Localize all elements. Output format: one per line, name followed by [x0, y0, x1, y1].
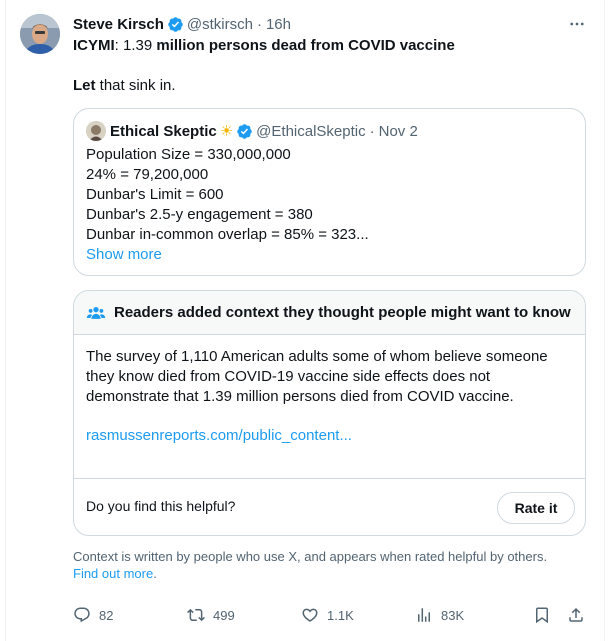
- sun-emoji: ☀: [219, 123, 234, 140]
- helpful-question: Do you find this helpful?: [86, 498, 236, 514]
- action-bar: 82 499 1.1K 83K: [73, 603, 589, 627]
- tweet-header: Steve Kirsch @stkirsch · 16h: [73, 14, 291, 34]
- tweet-text: ICYMI: 1.39 million persons dead from CO…: [73, 36, 583, 96]
- views-count: 83K: [441, 607, 465, 623]
- reply-count: 82: [99, 607, 114, 623]
- quote-header: Ethical Skeptic ☀ @EthicalSkeptic · Nov …: [86, 121, 418, 141]
- community-note-body: The survey of 1,110 American adults some…: [86, 347, 574, 407]
- quote-date: Nov 2: [378, 122, 418, 140]
- quote-line: 24% = 79,200,000: [86, 166, 209, 183]
- repost-icon: [187, 608, 205, 622]
- text-bold: ICYMI: [73, 37, 115, 54]
- tweet-line-1: ICYMI: 1.39 million persons dead from CO…: [73, 36, 583, 56]
- note-line: they know died from COVID-19 vaccine sid…: [86, 368, 491, 385]
- text-bold: Let: [73, 77, 96, 94]
- quote-author-name: Ethical Skeptic: [110, 122, 217, 140]
- share-icon: [569, 607, 583, 622]
- author-handle[interactable]: @stkirsch: [187, 16, 253, 33]
- like-button[interactable]: 1.1K: [301, 603, 354, 627]
- quote-line: Dunbar's Limit = 600: [86, 186, 224, 203]
- community-note-title: Readers added context they thought peopl…: [114, 304, 571, 321]
- divider: [74, 478, 585, 479]
- quoted-tweet[interactable]: Ethical Skeptic ☀ @EthicalSkeptic · Nov …: [73, 108, 586, 276]
- bookmark-icon: [536, 607, 548, 624]
- verified-badge-icon: [236, 123, 253, 140]
- verified-badge-icon: [167, 16, 184, 33]
- repost-count: 499: [213, 607, 235, 623]
- separator: ·: [369, 122, 375, 140]
- quote-text: Population Size = 330,000,000 24% = 79,2…: [86, 145, 369, 265]
- quote-author-handle: @EthicalSkeptic: [256, 122, 366, 140]
- show-more-link[interactable]: Show more: [86, 245, 369, 265]
- views-button[interactable]: 83K: [415, 603, 464, 627]
- more-icon[interactable]: [565, 14, 589, 34]
- tweet-line-2: Let that sink in.: [73, 76, 583, 96]
- text-bold: million persons dead from COVID vaccine: [156, 37, 455, 54]
- author-avatar[interactable]: [20, 14, 60, 54]
- tweet-time[interactable]: 16h: [266, 16, 291, 33]
- footnote-period: .: [153, 566, 157, 581]
- like-icon: [302, 608, 318, 622]
- quote-line: Dunbar's 2.5-y engagement = 380: [86, 206, 313, 223]
- author-name[interactable]: Steve Kirsch: [73, 16, 164, 33]
- reply-icon: [74, 607, 90, 623]
- note-source-link[interactable]: rasmussenreports.com/public_content...: [86, 427, 352, 444]
- reply-button[interactable]: 82: [73, 603, 113, 627]
- repost-button[interactable]: 499: [187, 603, 235, 627]
- views-icon: [418, 608, 430, 622]
- share-button[interactable]: [567, 603, 585, 627]
- find-out-more-link[interactable]: Find out more: [73, 566, 153, 581]
- quote-line: Dunbar in-common overlap = 85% = 323...: [86, 226, 369, 243]
- quote-line: Population Size = 330,000,000: [86, 146, 291, 163]
- bookmark-button[interactable]: [533, 603, 551, 627]
- context-footnote: Context is written by people who use X, …: [73, 548, 583, 582]
- like-count: 1.1K: [327, 607, 354, 623]
- rate-it-button[interactable]: Rate it: [497, 492, 575, 524]
- community-note: Readers added context they thought peopl…: [73, 290, 586, 536]
- footnote-text: Context is written by people who use X, …: [73, 549, 548, 564]
- community-notes-icon: [86, 303, 106, 323]
- quote-author-avatar: [86, 121, 106, 141]
- separator: ·: [256, 15, 262, 33]
- text-normal: that sink in.: [95, 77, 176, 94]
- note-line: The survey of 1,110 American adults some…: [86, 348, 548, 365]
- text-normal: : 1.39: [114, 37, 157, 54]
- note-line: demonstrate that 1.39 million persons di…: [86, 388, 514, 405]
- community-note-header: Readers added context they thought peopl…: [74, 291, 585, 335]
